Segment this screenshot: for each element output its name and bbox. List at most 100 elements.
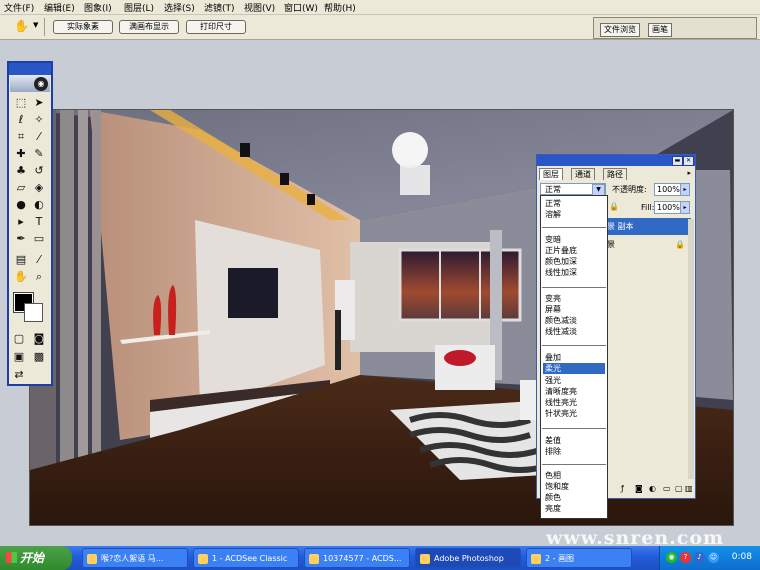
- taskbar-item[interactable]: 1 - ACDSee Classic: [193, 548, 299, 568]
- standard-mode-icon[interactable]: ▢: [11, 331, 27, 346]
- blend-option[interactable]: 颜色加深: [543, 256, 605, 267]
- opacity-slider-icon[interactable]: ▸: [680, 183, 690, 196]
- blend-option[interactable]: 叠加: [543, 352, 605, 363]
- jump-to-imageready-icon[interactable]: ⇄: [11, 367, 27, 382]
- volume-icon[interactable]: ♪: [694, 552, 705, 563]
- help-icon[interactable]: ?: [680, 552, 691, 563]
- blend-option[interactable]: 线性加深: [543, 267, 605, 278]
- chevron-down-icon[interactable]: ▼: [33, 21, 38, 29]
- photoshop-logo[interactable]: ◉: [10, 76, 50, 92]
- close-icon[interactable]: ✕: [683, 156, 694, 166]
- eyedropper-icon[interactable]: ⁄: [31, 252, 47, 267]
- notes-icon[interactable]: ▤: [13, 252, 29, 267]
- trash-icon[interactable]: ▥: [685, 484, 693, 493]
- menu-filter[interactable]: 滤镜(T): [204, 1, 235, 14]
- blend-option[interactable]: 强光: [543, 375, 605, 386]
- layer-style-icon[interactable]: ƒ: [621, 484, 624, 493]
- tab-paths[interactable]: 路径: [603, 168, 627, 180]
- blend-option[interactable]: 线性减淡: [543, 326, 605, 337]
- history-brush-icon[interactable]: ↺: [31, 163, 47, 178]
- zoom-icon[interactable]: ⌕: [31, 269, 47, 284]
- palette-scrollbar[interactable]: [688, 219, 694, 479]
- tab-file-browser[interactable]: 文件浏览: [600, 23, 640, 37]
- tab-brushes[interactable]: 画笔: [648, 23, 672, 37]
- tab-channels[interactable]: 通道: [571, 168, 595, 180]
- palette-menu-icon[interactable]: ▸: [687, 169, 691, 177]
- hand-tool-icon[interactable]: ✋: [14, 19, 30, 34]
- blend-option[interactable]: 排除: [543, 446, 605, 457]
- lock-icon[interactable]: 🔒: [609, 202, 619, 211]
- blend-option[interactable]: 清晰度亮: [543, 386, 605, 397]
- minimize-icon[interactable]: ▬: [672, 156, 683, 166]
- blend-option[interactable]: 变亮: [543, 293, 605, 304]
- taskbar-item[interactable]: 2 - 画图: [526, 548, 632, 568]
- healing-icon[interactable]: ✚: [13, 146, 29, 161]
- menu-edit[interactable]: 编辑(E): [44, 1, 75, 14]
- eraser-icon[interactable]: ▱: [13, 180, 29, 195]
- pen-icon[interactable]: ✒: [13, 231, 29, 246]
- lasso-icon[interactable]: ℓ: [13, 112, 29, 127]
- background-color-swatch[interactable]: [24, 303, 43, 322]
- fill-input[interactable]: 100%: [654, 201, 682, 214]
- blend-option[interactable]: 亮度: [543, 503, 605, 514]
- fill-slider-icon[interactable]: ▸: [680, 201, 690, 214]
- taskbar-item[interactable]: 10374577 - ACDS...: [304, 548, 410, 568]
- tab-layers[interactable]: 图层: [539, 168, 563, 180]
- blend-option[interactable]: 变暗: [543, 234, 605, 245]
- brush-icon[interactable]: ✎: [31, 146, 47, 161]
- menu-view[interactable]: 视图(V): [244, 1, 275, 14]
- crop-icon[interactable]: ⌗: [13, 129, 29, 144]
- screen-mode-icon[interactable]: ▣: [11, 349, 27, 364]
- toolbox-titlebar[interactable]: [9, 63, 51, 75]
- blend-option[interactable]: 正片叠底: [543, 245, 605, 256]
- menu-file[interactable]: 文件(F): [4, 1, 34, 14]
- path-select-icon[interactable]: ▸: [13, 214, 29, 229]
- quickmask-mode-icon[interactable]: ◙: [31, 331, 47, 346]
- menu-window[interactable]: 窗口(W): [284, 1, 318, 14]
- blur-icon[interactable]: ●: [13, 197, 29, 212]
- magic-wand-icon[interactable]: ✧: [31, 112, 47, 127]
- messenger-icon[interactable]: ☺: [708, 552, 719, 563]
- blend-option[interactable]: 颜色: [543, 492, 605, 503]
- taskbar-item[interactable]: 喉?恋人絮语 马...: [82, 548, 188, 568]
- stamp-icon[interactable]: ♣: [13, 163, 29, 178]
- layer-row[interactable]: 景 副本: [605, 218, 691, 235]
- marquee-icon[interactable]: ⬚: [13, 95, 29, 110]
- blend-option[interactable]: 屏幕: [543, 304, 605, 315]
- blend-option[interactable]: 正常: [543, 198, 605, 209]
- blend-option[interactable]: 差值: [543, 435, 605, 446]
- new-layer-icon[interactable]: ▢: [675, 484, 683, 493]
- taskbar-item-active[interactable]: Adobe Photoshop: [415, 548, 521, 568]
- print-size-button[interactable]: 打印尺寸: [186, 20, 246, 34]
- opacity-input[interactable]: 100%: [654, 183, 682, 196]
- blend-option[interactable]: 色相: [543, 470, 605, 481]
- menu-help[interactable]: 帮助(H): [324, 1, 356, 14]
- palette-titlebar[interactable]: ▬ ✕: [537, 155, 695, 166]
- fit-on-screen-button[interactable]: 满画布显示: [119, 20, 179, 34]
- layer-mask-icon[interactable]: ◙: [635, 484, 643, 493]
- dodge-icon[interactable]: ◐: [31, 197, 47, 212]
- blend-option-selected[interactable]: 柔光: [543, 363, 605, 374]
- new-set-icon[interactable]: ▭: [663, 484, 671, 493]
- menu-image[interactable]: 图象(I): [84, 1, 112, 14]
- blend-option[interactable]: 溶解: [543, 209, 605, 220]
- bucket-icon[interactable]: ◈: [31, 180, 47, 195]
- hand-icon[interactable]: ✋: [13, 269, 29, 284]
- network-icon[interactable]: ◉: [666, 552, 677, 563]
- move-icon[interactable]: ➤: [31, 95, 47, 110]
- blend-option[interactable]: 线性亮光: [543, 397, 605, 408]
- start-button[interactable]: 开始: [0, 546, 72, 570]
- blend-mode-select[interactable]: 正常 ▼: [540, 183, 606, 196]
- actual-pixels-button[interactable]: 实际象素: [53, 20, 113, 34]
- layer-row[interactable]: 景 🔒: [605, 236, 691, 253]
- blend-option[interactable]: 饱和度: [543, 481, 605, 492]
- type-icon[interactable]: T: [31, 214, 47, 229]
- blend-option[interactable]: 颜色减淡: [543, 315, 605, 326]
- menu-select[interactable]: 选择(S): [164, 1, 195, 14]
- shape-icon[interactable]: ▭: [31, 231, 47, 246]
- fullscreen-mode-icon[interactable]: ▩: [31, 349, 47, 364]
- adjustment-layer-icon[interactable]: ◐: [649, 484, 656, 493]
- slice-icon[interactable]: ⁄: [31, 129, 47, 144]
- blend-option[interactable]: 针状亮光: [543, 408, 605, 419]
- menu-layer[interactable]: 图层(L): [124, 1, 154, 14]
